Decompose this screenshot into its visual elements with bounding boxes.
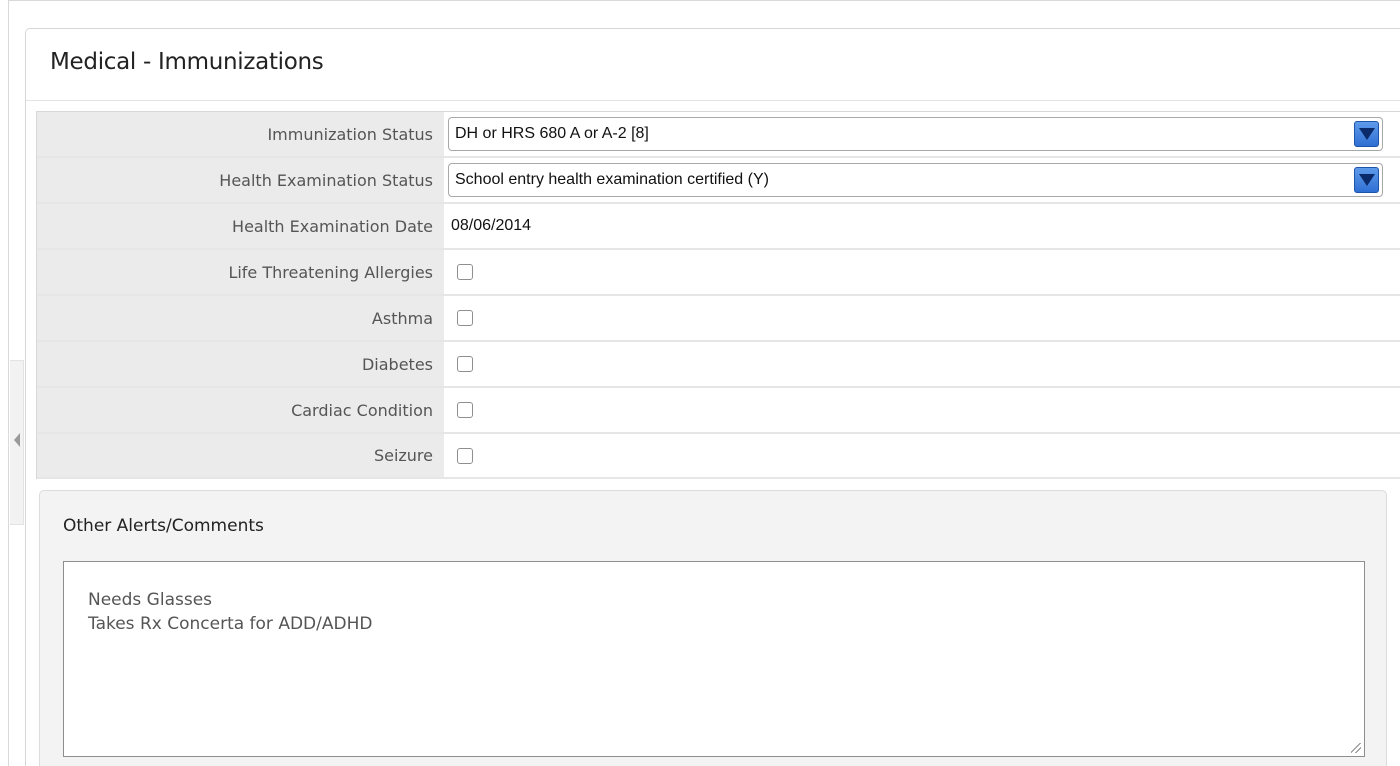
health-exam-date-value: 08/06/2014 xyxy=(451,217,532,234)
resize-grip-icon[interactable] xyxy=(1351,743,1361,753)
form-row-health-exam-date: Health Examination Date 08/06/2014 xyxy=(37,204,1400,250)
asthma-checkbox[interactable] xyxy=(457,310,473,326)
form-row-health-exam-status: Health Examination Status School entry h… xyxy=(37,158,1400,204)
asthma-label: Asthma xyxy=(37,296,444,340)
health-exam-status-select[interactable]: School entry health examination certifie… xyxy=(448,163,1383,197)
seizure-label: Seizure xyxy=(37,434,444,477)
collapse-arrow-icon[interactable] xyxy=(14,433,20,447)
health-exam-date-label: Health Examination Date xyxy=(37,204,444,248)
form-row-seizure: Seizure xyxy=(37,434,1400,479)
alert-line: Needs Glasses xyxy=(88,590,213,610)
medical-form-table: Immunization Status DH or HRS 680 A or A… xyxy=(36,111,1400,479)
form-row-cardiac-condition: Cardiac Condition xyxy=(37,388,1400,434)
chevron-down-icon[interactable] xyxy=(1354,167,1379,193)
immunization-status-select[interactable]: DH or HRS 680 A or A-2 [8] xyxy=(448,117,1383,151)
health-exam-status-value: School entry health examination certifie… xyxy=(455,171,769,188)
cardiac-condition-label: Cardiac Condition xyxy=(37,388,444,432)
life-threatening-allergies-label: Life Threatening Allergies xyxy=(37,250,444,294)
life-threatening-allergies-checkbox[interactable] xyxy=(457,264,473,280)
other-alerts-title: Other Alerts/Comments xyxy=(63,516,264,536)
immunization-status-label: Immunization Status xyxy=(37,112,444,156)
form-row-asthma: Asthma xyxy=(37,296,1400,342)
health-exam-status-label: Health Examination Status xyxy=(37,158,444,202)
diabetes-checkbox[interactable] xyxy=(457,356,473,372)
form-row-life-threatening-allergies: Life Threatening Allergies xyxy=(37,250,1400,296)
seizure-checkbox[interactable] xyxy=(457,447,473,464)
form-row-diabetes: Diabetes xyxy=(37,342,1400,388)
form-row-immunization-status: Immunization Status DH or HRS 680 A or A… xyxy=(37,112,1400,158)
immunization-status-value: DH or HRS 680 A or A-2 [8] xyxy=(455,125,649,142)
alert-line: Takes Rx Concerta for ADD/ADHD xyxy=(88,614,373,634)
other-alerts-section: Other Alerts/Comments Needs Glasses Take… xyxy=(39,490,1387,766)
title-divider xyxy=(26,100,1400,101)
diabetes-label: Diabetes xyxy=(37,342,444,386)
other-alerts-textarea[interactable]: Needs Glasses Takes Rx Concerta for ADD/… xyxy=(63,561,1365,757)
panel-title: Medical - Immunizations xyxy=(50,49,324,75)
cardiac-condition-checkbox[interactable] xyxy=(457,402,473,418)
chevron-down-icon[interactable] xyxy=(1354,121,1379,147)
